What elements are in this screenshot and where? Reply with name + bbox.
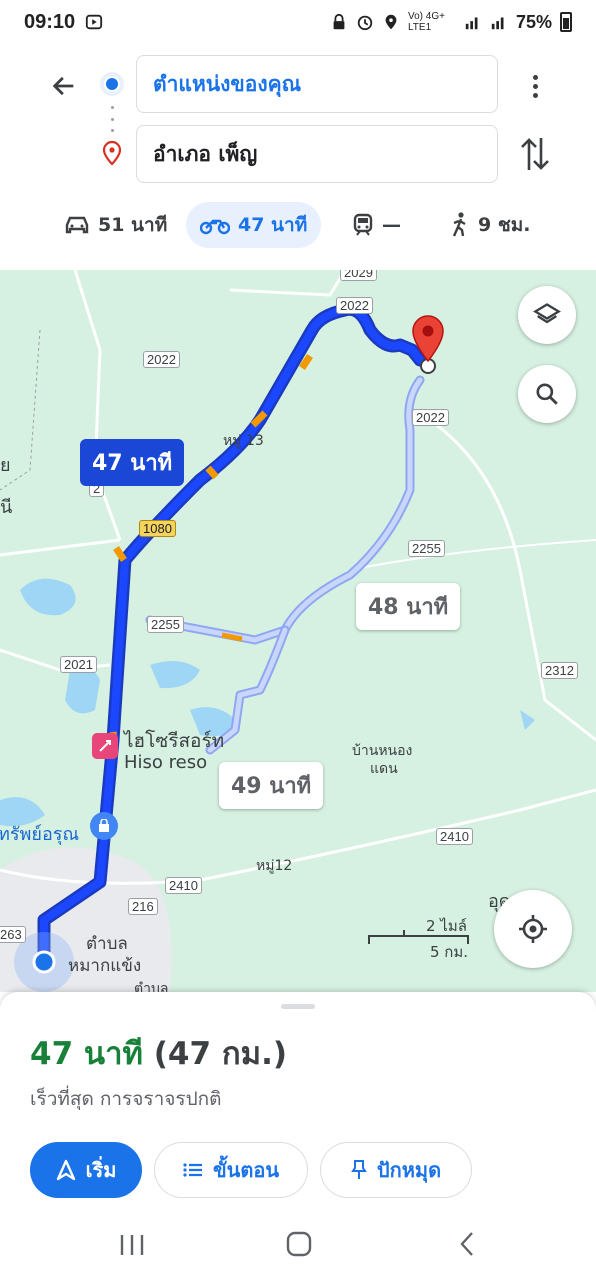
list-icon [183,1163,202,1177]
route-distance: (47 กม.) [153,1036,288,1072]
hotel-poi-label-en[interactable]: Hiso reso [124,752,207,773]
search-button[interactable] [518,365,576,423]
route-time-alt-1[interactable]: 48 นาที [356,583,461,630]
car-icon [65,216,89,234]
mode-walk[interactable]: 9 ชม. [436,202,544,248]
place-label-tambon-2: ตำบล [134,981,169,992]
my-location-button[interactable] [494,890,572,968]
navigation-arrow-icon [56,1159,75,1181]
place-label-daen: แดน [370,761,398,777]
route-subtitle: เร็วที่สุด การจราจรปกติ [30,1088,222,1110]
map-view[interactable]: 2029 2022 2022 2022 2 1080 2255 2255 202… [0,270,596,992]
home-icon [286,1231,312,1257]
mode-car-label: 51 นาที [98,214,168,236]
map-canvas [0,270,596,992]
road-badge-2022-c: 2022 [412,409,449,426]
back-button[interactable] [44,66,84,106]
lock-icon [333,13,345,30]
road-badge-2022-a: 2022 [336,297,373,314]
scale-km: 5 กม. [430,943,469,961]
battery-percent: 75% [515,11,552,32]
route-time-main[interactable]: 47 นาที [80,439,185,486]
mode-walk-label: 9 ชม. [478,214,531,236]
mode-car[interactable]: 51 นาที [50,202,181,248]
directions-header: ตำแหน่งของคุณ อำเภอ เพ็ญ 51 นาที 47 นาที… [0,44,596,270]
origin-field[interactable]: ตำแหน่งของคุณ [136,55,498,113]
train-icon [353,213,373,236]
search-icon [536,383,558,405]
map-scale: 2 ไมล์ 5 กม. [368,910,472,961]
signal-icon [465,17,478,30]
route-time-alt-2[interactable]: 49 นาที [219,762,324,809]
mode-transit-label: — [382,214,401,236]
road-badge-2312: 2312 [541,662,578,679]
place-label-moo12: หมู่12 [256,858,293,874]
battery-icon [560,12,572,32]
steps-button-label: ขั้นตอน [212,1158,279,1182]
arrow-left-icon [52,76,74,96]
layers-button[interactable] [518,286,576,344]
more-options-button[interactable] [520,66,550,106]
road-badge-216: 216 [128,898,158,915]
status-bar: 09:10 Vo) 4G+ LTE1 75% [0,0,596,44]
mode-motorbike-label: 47 นาที [238,214,308,236]
shop-poi-label[interactable]: ทรัพย์อรุณ [0,819,79,848]
alarm-icon [357,15,373,31]
road-badge-2410-b: 2410 [165,877,202,894]
origin-dot-icon [100,72,124,96]
recent-apps-icon [120,1235,144,1255]
road-badge-263: 263 [0,926,26,943]
pin-icon [351,1160,367,1179]
route-dots [110,106,114,132]
pin-button[interactable]: ปักหมุด [320,1142,472,1198]
mode-transit[interactable]: — [338,202,415,248]
mode-motorbike[interactable]: 47 นาที [186,202,322,248]
app-notification-icon [86,14,103,30]
steps-button[interactable]: ขั้นตอน [154,1142,308,1198]
place-label-moo13: หมู่ 13 [223,433,264,449]
drag-handle[interactable] [281,1004,315,1009]
place-label-y: ย [0,455,11,476]
layers-icon [533,303,561,324]
destination-marker-icon[interactable] [410,314,446,366]
place-label-mak-khaeng: หมากแข้ง [68,956,142,976]
road-badge-2029: 2029 [340,270,377,281]
network-label: Vo) 4G+ LTE1 [407,11,445,33]
road-badge-2410-a: 2410 [436,828,473,845]
signal-icon-2 [491,17,504,30]
crosshair-icon [519,915,547,943]
travel-modes: 51 นาที 47 นาที — 9 ชม. [0,200,596,250]
start-button[interactable]: เริ่ม [30,1142,142,1198]
route-sheet: 47 นาที (47 กม.) เร็วที่สุด การจราจรปกติ… [0,992,596,1280]
road-badge-1080: 1080 [139,520,176,537]
place-label-ni: นี [0,497,13,518]
route-duration: 47 นาที [30,1036,143,1072]
start-button-label: เริ่ม [85,1158,117,1182]
destination-field[interactable]: อำเภอ เพ็ญ [136,125,498,183]
back-nav-button[interactable] [456,1230,478,1262]
walking-icon [452,212,466,237]
back-nav-icon [460,1232,473,1256]
pin-button-label: ปักหมุด [376,1158,442,1182]
recent-apps-button[interactable] [118,1232,146,1262]
road-badge-2022-b: 2022 [143,351,180,368]
route-summary: 47 นาที (47 กม.) [30,1028,287,1078]
location-icon [385,14,397,30]
destination-pin-icon [102,140,122,166]
home-button[interactable] [285,1230,313,1262]
status-time: 09:10 [24,10,76,33]
road-badge-2255-a: 2255 [408,540,445,557]
road-badge-2021: 2021 [60,656,97,673]
system-nav-bar [0,1214,596,1280]
shop-poi-icon[interactable] [90,812,118,840]
swap-icon[interactable] [518,134,552,174]
road-badge-2255-b: 2255 [147,616,184,633]
motorbike-icon [200,219,230,235]
hotel-poi-icon[interactable] [92,733,118,759]
